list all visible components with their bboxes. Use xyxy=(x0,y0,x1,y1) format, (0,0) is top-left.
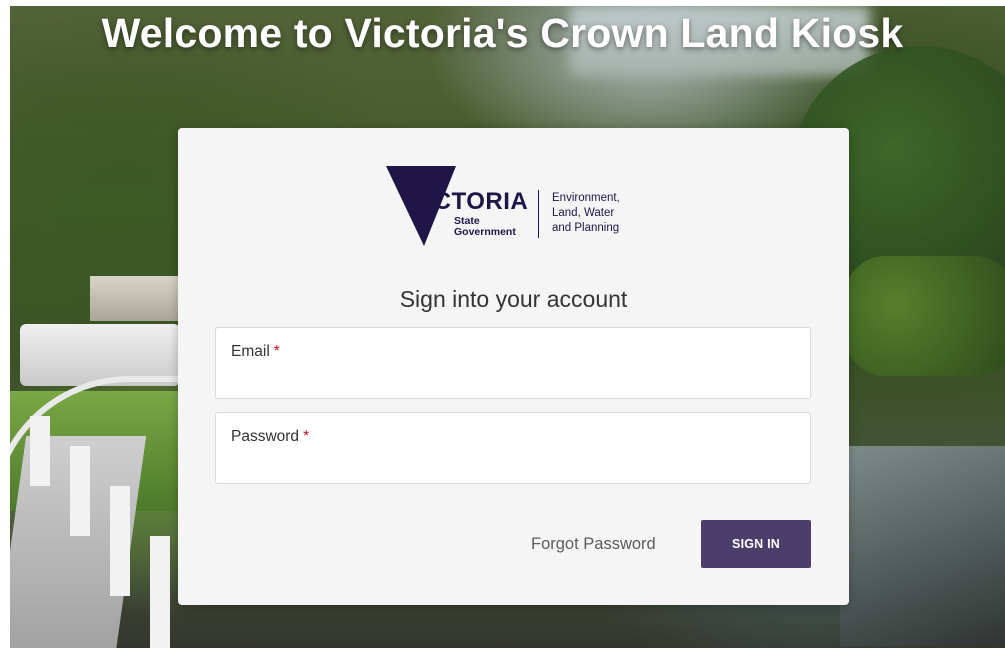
email-input[interactable] xyxy=(230,364,794,390)
page-headline: Welcome to Victoria's Crown Land Kiosk xyxy=(101,10,904,56)
victoria-government-logo: VICTORIA State Government Environment, L… xyxy=(386,166,646,248)
email-field[interactable]: Email * xyxy=(215,327,811,399)
password-field[interactable]: Password * xyxy=(215,412,811,484)
logo-sub-line: Government xyxy=(454,226,516,238)
email-label-text: Email xyxy=(231,343,270,360)
form-title: Sign into your account xyxy=(399,286,628,312)
login-card: VICTORIA State Government Environment, L… xyxy=(178,128,849,605)
river xyxy=(840,446,1005,646)
bridge-post xyxy=(30,416,50,486)
bridge xyxy=(10,356,212,648)
logo-divider xyxy=(538,190,539,238)
cabin xyxy=(90,276,180,321)
logo-dept-line: Environment, xyxy=(552,192,620,204)
logo-dept-line: and Planning xyxy=(552,222,620,234)
logo-dept-line: Land, Water xyxy=(552,207,615,219)
bridge-post xyxy=(150,536,170,648)
required-mark: * xyxy=(273,343,280,360)
logo-subtitle: State Government xyxy=(454,216,516,238)
password-input[interactable] xyxy=(230,449,794,475)
bridge-post xyxy=(70,446,90,536)
email-label: Email * xyxy=(231,343,280,361)
logo-department: Environment, Land, Water and Planning xyxy=(552,191,620,236)
shrubs xyxy=(845,256,1005,376)
required-mark: * xyxy=(303,428,310,445)
password-label-text: Password xyxy=(231,428,300,445)
password-label: Password * xyxy=(231,428,309,446)
sign-in-button[interactable]: SIGN IN xyxy=(701,520,811,568)
logo-wordmark: VICTORIA xyxy=(410,188,529,215)
forgot-password-link[interactable]: Forgot Password xyxy=(531,535,656,554)
bridge-post xyxy=(110,486,130,596)
